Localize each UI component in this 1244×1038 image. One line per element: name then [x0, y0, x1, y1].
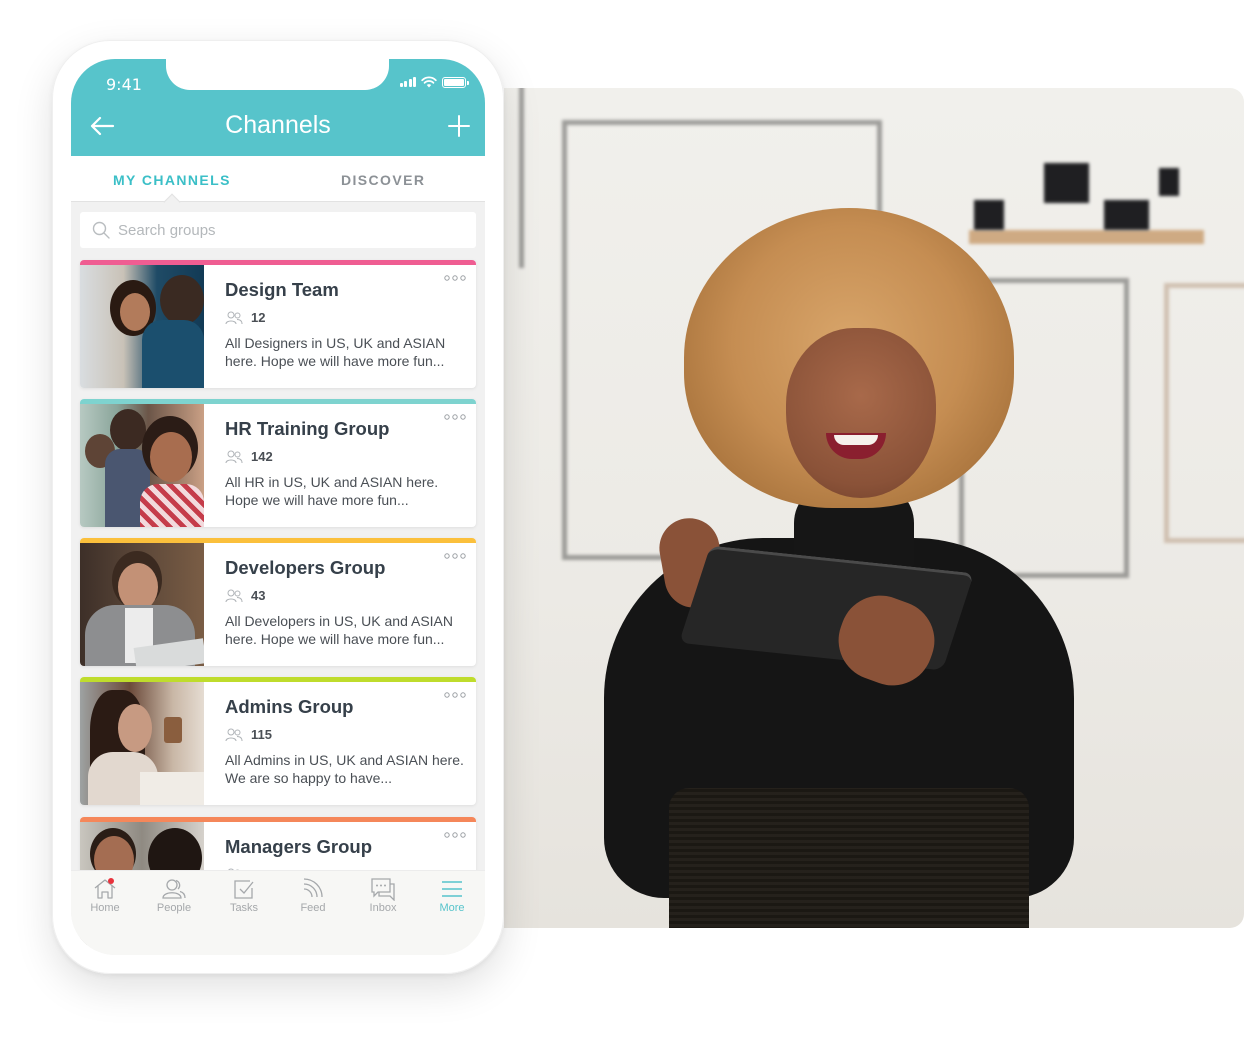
member-row: 142 [225, 449, 466, 464]
channel-name: Design Team [225, 279, 339, 300]
cellular-signal-icon [399, 77, 416, 87]
menu-icon [442, 881, 462, 897]
tab-discover[interactable]: DISCOVER [341, 172, 425, 188]
battery-icon [442, 76, 469, 88]
decor-block [1104, 200, 1149, 230]
hero-photo-woman-with-tablet [504, 88, 1244, 928]
feed-icon [303, 878, 323, 898]
phone-notch [166, 59, 389, 90]
notification-dot [108, 878, 114, 884]
channel-name: HR Training Group [225, 418, 390, 439]
channel-info: HR Training Group 142 All HR in US, UK a… [225, 418, 466, 509]
status-icons [399, 76, 469, 88]
channel-info: Design Team 12 All Designers in US, UK a… [225, 279, 466, 370]
member-count: 12 [251, 310, 266, 325]
person-teeth [834, 435, 878, 445]
channel-card-admins[interactable]: Admins Group 115 All Admins in US, UK an… [80, 677, 476, 805]
channel-description: All Admins in US, UK and ASIAN here. We … [225, 752, 464, 786]
channel-description: All Designers in US, UK and ASIAN here. … [225, 335, 446, 369]
nav-label: Tasks [229, 902, 259, 914]
tasks-icon [234, 880, 254, 899]
channel-thumbnail [80, 682, 204, 805]
channel-card-hr-training[interactable]: HR Training Group 142 All HR in US, UK a… [80, 399, 476, 527]
more-options-icon[interactable] [444, 552, 466, 560]
nav-inbox[interactable]: Inbox [353, 877, 413, 914]
nav-more[interactable]: More [422, 877, 482, 914]
channel-description: All HR in US, UK and ASIAN here. Hope we… [225, 474, 439, 508]
members-icon [225, 728, 243, 741]
tab-my-channels[interactable]: MY CHANNELS [113, 172, 231, 188]
people-icon [162, 879, 186, 899]
phone-screen: 9:41 Channels MY CHANNELS DISCOVER Searc… [71, 59, 485, 955]
nav-label: Feed [300, 902, 326, 914]
person-face [786, 328, 936, 498]
decor-block [1159, 168, 1179, 196]
nav-people[interactable]: People [144, 877, 204, 914]
channel-name: Managers Group [225, 836, 372, 857]
channel-thumbnail [80, 265, 204, 388]
more-options-icon[interactable] [444, 691, 466, 699]
nav-label: More [439, 902, 465, 914]
channel-thumbnail [80, 543, 204, 666]
person-pants [669, 788, 1029, 928]
nav-label: Home [90, 902, 120, 914]
phone-mockup: 9:41 Channels MY CHANNELS DISCOVER Searc… [52, 40, 504, 974]
wall-frame [504, 88, 524, 268]
search-bar[interactable] [80, 212, 476, 248]
nav-label: Inbox [369, 902, 397, 914]
nav-home[interactable]: Home [75, 877, 135, 914]
app-header: 9:41 Channels [71, 59, 485, 156]
nav-tasks[interactable]: Tasks [214, 877, 274, 914]
decor-block [1044, 163, 1089, 203]
channel-thumbnail [80, 404, 204, 527]
more-options-icon[interactable] [444, 274, 466, 282]
decor-block [974, 200, 1004, 230]
nav-feed[interactable]: Feed [283, 877, 343, 914]
member-row: 12 [225, 310, 466, 325]
channel-tabs: MY CHANNELS DISCOVER [71, 156, 485, 202]
member-row: 115 [225, 727, 466, 742]
search-icon [92, 221, 110, 239]
channel-card-design-team[interactable]: Design Team 12 All Designers in US, UK a… [80, 260, 476, 388]
channel-card-developers[interactable]: Developers Group 43 All Developers in US… [80, 538, 476, 666]
bottom-navigation: Home People Tasks Feed Inbox More [71, 870, 485, 955]
more-options-icon[interactable] [444, 413, 466, 421]
member-row: 43 [225, 588, 466, 603]
member-count: 142 [251, 449, 273, 464]
wall-shelf [969, 230, 1204, 244]
channel-description: All Developers in US, UK and ASIAN here.… [225, 613, 453, 647]
members-icon [225, 311, 243, 324]
channel-name: Admins Group [225, 696, 354, 717]
members-icon [225, 589, 243, 602]
wifi-icon [421, 76, 437, 88]
channel-name: Developers Group [225, 557, 386, 578]
status-time: 9:41 [106, 75, 142, 94]
inbox-icon [371, 878, 395, 901]
members-icon [225, 450, 243, 463]
channel-info: Developers Group 43 All Developers in US… [225, 557, 466, 648]
nav-label: People [156, 902, 192, 914]
channel-info: Admins Group 115 All Admins in US, UK an… [225, 696, 466, 787]
add-channel-button[interactable] [447, 114, 471, 138]
search-input[interactable] [118, 221, 458, 239]
home-icon [94, 878, 116, 899]
member-count: 43 [251, 588, 266, 603]
wall-frame [1164, 283, 1244, 543]
more-options-icon[interactable] [444, 831, 466, 839]
member-count: 115 [251, 727, 272, 742]
page-title: Channels [225, 111, 331, 139]
